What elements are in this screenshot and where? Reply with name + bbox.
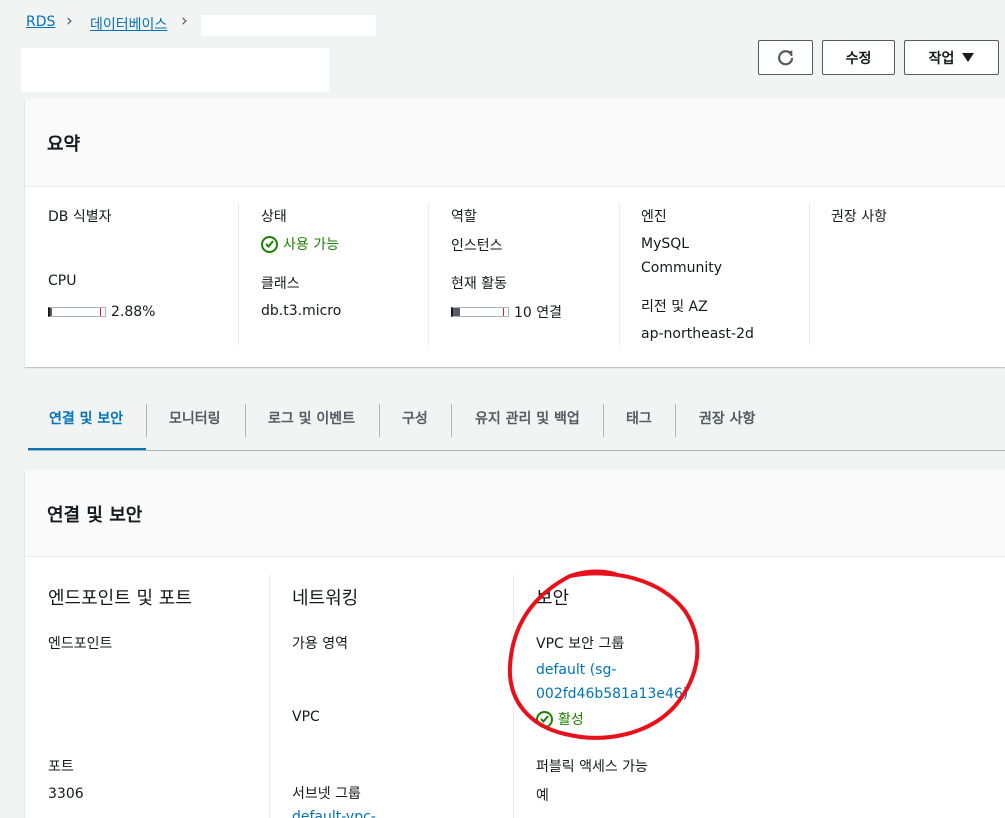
tab-tags[interactable]: 태그 — [626, 408, 652, 428]
subnet-group-label: 서브넷 그룹 — [292, 786, 361, 802]
cpu-value: 2.88% — [111, 304, 156, 320]
port-label: 포트 — [48, 759, 74, 775]
region-az-value: ap-northeast-2d — [641, 326, 754, 342]
tab-connectivity-security[interactable]: 연결 및 보안 — [49, 408, 123, 428]
actions-button-label: 작업 — [928, 50, 955, 67]
tab-bar-bottom-border — [28, 450, 1005, 451]
breadcrumb-separator-icon: › — [181, 11, 188, 31]
tab-separator — [146, 404, 147, 437]
tab-monitoring[interactable]: 모니터링 — [169, 408, 221, 428]
class-label: 클래스 — [261, 276, 300, 292]
vpc-label: VPC — [292, 709, 320, 725]
networking-heading: 네트워킹 — [292, 588, 359, 609]
engine-label: 엔진 — [641, 209, 667, 225]
check-circle-icon — [261, 235, 278, 253]
refresh-button[interactable] — [758, 40, 813, 75]
refresh-icon — [777, 49, 793, 65]
tab-configuration[interactable]: 구성 — [402, 408, 428, 428]
region-az-label: 리전 및 AZ — [641, 299, 708, 315]
endpoint-label: 엔드포인트 — [48, 636, 113, 652]
tab-separator — [245, 404, 246, 437]
breadcrumb-separator-icon: › — [66, 11, 73, 31]
role-label: 역할 — [451, 209, 477, 225]
tab-separator — [379, 404, 380, 437]
summary-panel-header: 요약 — [25, 99, 1005, 187]
column-divider — [238, 203, 239, 346]
tab-separator — [603, 404, 604, 437]
column-divider — [809, 203, 810, 346]
modify-button[interactable]: 수정 — [822, 40, 895, 75]
activity-value: 10 연결 — [514, 305, 563, 321]
cpu-meter-fill — [50, 308, 52, 316]
actions-dropdown-button[interactable]: 작업 — [904, 40, 999, 75]
modify-button-label: 수정 — [845, 50, 872, 67]
cpu-label: CPU — [48, 273, 77, 289]
endpoint-port-heading: 엔드포인트 및 포트 — [48, 588, 192, 609]
engine-value-line1: MySQL — [641, 236, 690, 252]
activity-meter — [451, 307, 509, 317]
summary-panel: 요약 DB 식별자 CPU 2.88% 상태 사용 가능 클래스 db.t3.m… — [25, 99, 1005, 367]
column-divider — [619, 203, 620, 346]
activity-meter-row: 10 연결 — [451, 302, 562, 322]
status-label: 상태 — [261, 209, 287, 225]
tab-separator — [675, 404, 676, 437]
tab-recommendations[interactable]: 권장 사항 — [699, 408, 755, 428]
breadcrumb-rds-link[interactable]: RDS — [26, 14, 55, 30]
status-available: 사용 가능 — [261, 234, 339, 254]
summary-title: 요약 — [47, 134, 81, 155]
public-access-value: 예 — [536, 788, 549, 804]
breadcrumb-databases-link[interactable]: 데이터베이스 — [90, 14, 167, 34]
connectivity-panel-header: 연결 및 보안 — [25, 470, 1005, 557]
tab-logs-events[interactable]: 로그 및 이벤트 — [268, 408, 355, 428]
recommendations-label: 권장 사항 — [831, 209, 887, 225]
activity-meter-fill — [453, 308, 460, 316]
tab-separator — [451, 404, 452, 437]
column-divider — [428, 203, 429, 346]
status-value: 사용 가능 — [283, 237, 339, 253]
current-activity-label: 현재 활동 — [451, 276, 507, 292]
cpu-meter-row: 2.88% — [48, 304, 155, 320]
availability-zone-label: 가용 영역 — [292, 636, 348, 652]
caret-down-icon — [962, 52, 975, 62]
role-value: 인스턴스 — [451, 238, 503, 254]
redacted-page-title — [21, 48, 329, 92]
annotation-circle — [507, 569, 700, 740]
engine-value-line2: Community — [641, 260, 723, 276]
redacted-breadcrumb-db-name — [201, 15, 376, 36]
column-divider — [269, 574, 270, 818]
cpu-meter — [48, 307, 106, 317]
public-access-label: 퍼블릭 액세스 가능 — [536, 759, 648, 775]
tab-maintenance-backups[interactable]: 유지 관리 및 백업 — [475, 408, 580, 428]
subnet-group-link[interactable]: default-vpc- — [292, 809, 376, 818]
port-value: 3306 — [48, 786, 84, 802]
class-value: db.t3.micro — [261, 303, 342, 319]
db-identifier-label: DB 식별자 — [48, 209, 112, 225]
connectivity-title: 연결 및 보안 — [47, 505, 143, 526]
